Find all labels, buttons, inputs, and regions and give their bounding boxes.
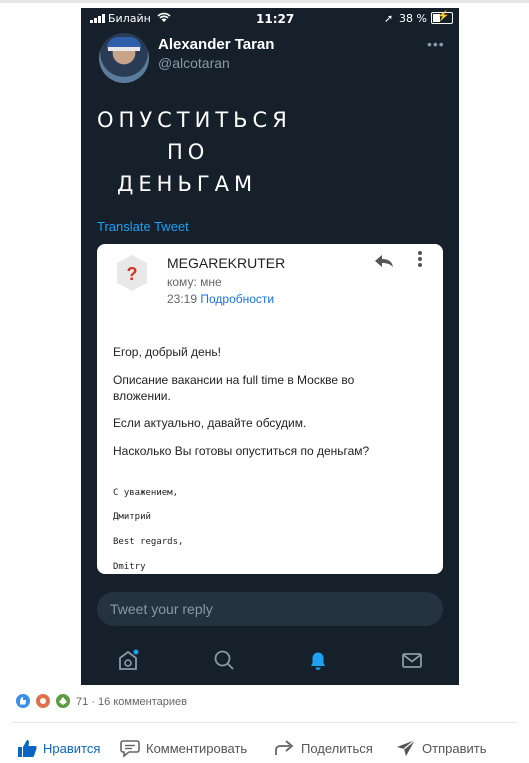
search-icon[interactable]	[212, 648, 236, 672]
messages-icon[interactable]	[400, 648, 424, 672]
comment-button[interactable]: Комментировать	[119, 738, 247, 758]
clock: 11:27	[256, 12, 295, 26]
reply-placeholder: Tweet your reply	[110, 601, 213, 617]
email-time-row: 23:19 Подробности	[167, 292, 274, 306]
unknown-sender-icon: ?	[117, 255, 147, 291]
tweet-text-line: ПО	[167, 140, 210, 164]
reactions-line: 71 · 16 комментариев	[76, 696, 187, 708]
share-button[interactable]: Поделиться	[274, 738, 373, 758]
insightful-reaction-icon	[56, 694, 70, 708]
email-signature-line: Дмитрий	[113, 512, 151, 522]
thumbs-up-icon	[18, 740, 37, 757]
avatar[interactable]	[99, 33, 149, 83]
reactions-count: 71	[76, 696, 89, 708]
like-label: Нравится	[43, 740, 101, 756]
email-signature-line: Dmitry	[113, 562, 146, 572]
linkedin-post-card: Билайн 11:27 ➚ 38 % ⚡ Alexander Taran @a…	[0, 0, 529, 763]
support-reaction-icon	[36, 694, 50, 708]
share-label: Поделиться	[301, 740, 373, 756]
tab-bar	[81, 638, 459, 685]
wifi-icon	[157, 12, 171, 26]
email-time: 23:19	[167, 292, 198, 306]
email-paragraph: Описание вакансии на full time в Москве …	[113, 373, 355, 403]
send-icon	[397, 739, 416, 756]
tweet-screenshot[interactable]: Билайн 11:27 ➚ 38 % ⚡ Alexander Taran @a…	[81, 8, 459, 685]
location-arrow-icon: ➚	[384, 13, 394, 25]
send-label: Отправить	[422, 740, 487, 756]
email-sender: MEGAREKRUTER	[167, 255, 286, 271]
email-details-link[interactable]: Подробности	[200, 292, 274, 306]
more-options-icon[interactable]: •••	[427, 36, 445, 52]
svg-text:?: ?	[127, 264, 138, 284]
status-bar: Билайн 11:27 ➚ 38 % ⚡	[81, 8, 459, 30]
top-divider	[0, 0, 529, 3]
share-arrow-icon	[275, 740, 294, 755]
email-paragraph: Егор, добрый день!	[113, 345, 221, 359]
email-more-icon[interactable]	[417, 250, 423, 271]
reply-icon[interactable]	[374, 252, 394, 273]
like-reaction-icon	[16, 694, 30, 708]
carrier-name: Билайн	[108, 12, 151, 25]
tweet-reply-input[interactable]: Tweet your reply	[97, 592, 443, 626]
email-signature-line: Best regards,	[113, 537, 184, 547]
notifications-icon[interactable]	[306, 648, 330, 672]
email-paragraph: Насколько Вы готовы опуститься по деньга…	[113, 444, 370, 458]
home-icon[interactable]	[116, 648, 140, 672]
tweet-text-line: ОПУСТИТЬСЯ	[97, 108, 292, 132]
battery-percent: 38 %	[399, 12, 427, 25]
email-recipient: кому: мне	[167, 275, 222, 289]
comments-count[interactable]: 16 комментариев	[98, 696, 187, 708]
post-actions: Нравится Комментировать Поделиться Отпра…	[0, 732, 529, 762]
translate-tweet-link[interactable]: Translate Tweet	[97, 219, 189, 234]
like-button[interactable]: Нравится	[16, 738, 100, 758]
email-signature-line: С уважением,	[113, 488, 179, 498]
signal-icon	[90, 14, 105, 23]
send-button[interactable]: Отправить	[395, 738, 486, 758]
battery-icon: ⚡	[431, 11, 453, 24]
comment-label: Комментировать	[146, 740, 248, 756]
email-screenshot: ? MEGAREKRUTER кому: мне 23:19 Подробнос…	[97, 244, 443, 574]
author-name[interactable]: Alexander Taran	[158, 36, 274, 53]
email-paragraph: Если актуально, давайте обсудим.	[113, 416, 307, 430]
tweet-text-line: ДЕНЬГАМ	[117, 172, 258, 196]
footer-divider	[12, 722, 517, 723]
author-handle[interactable]: @alcotaran	[158, 55, 230, 71]
reactions-separator: ·	[91, 696, 95, 708]
comment-icon	[120, 740, 140, 758]
